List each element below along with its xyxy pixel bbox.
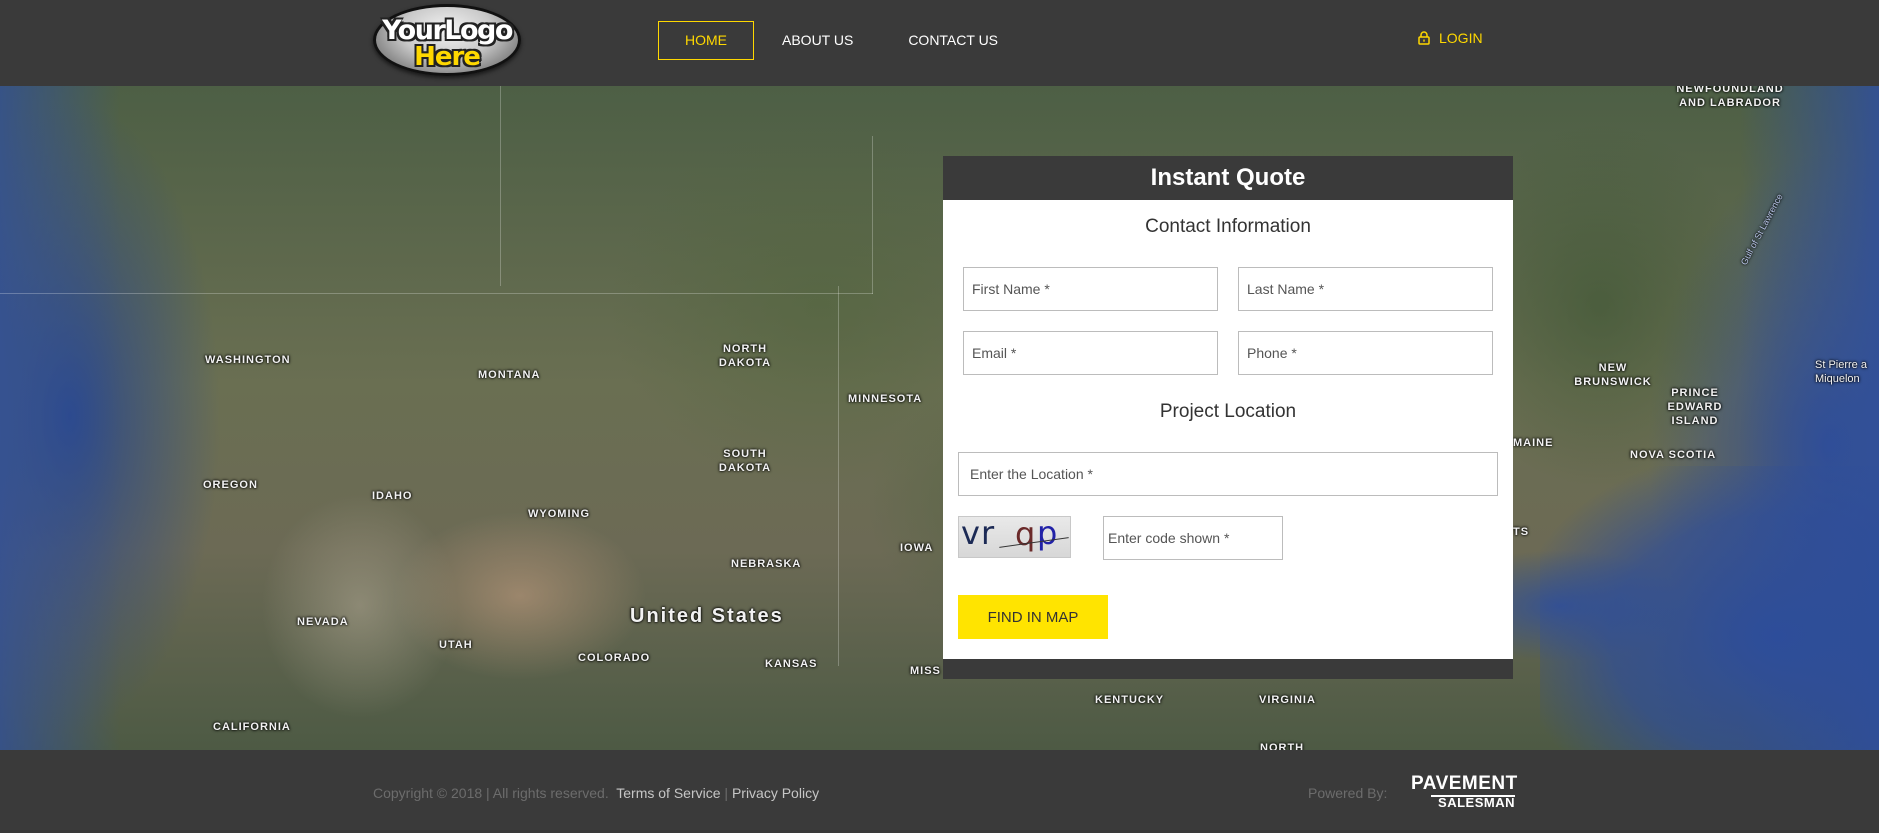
- nav-home-link[interactable]: HOME: [658, 21, 754, 60]
- map-label-nebraska: NEBRASKA: [731, 558, 802, 570]
- map-label-prince-edward-island: PRINCE EDWARD ISLAND: [1667, 387, 1723, 427]
- login-label: LOGIN: [1439, 30, 1483, 46]
- captcha-code-field[interactable]: [1103, 516, 1283, 560]
- captcha-char: v: [961, 514, 980, 552]
- site-footer: Copyright © 2018 | All rights reserved. …: [0, 750, 1879, 833]
- captcha-char: r: [981, 514, 995, 552]
- find-in-map-button[interactable]: FIND IN MAP: [958, 595, 1108, 639]
- pacific-ocean: [0, 86, 120, 750]
- map-label-north: NORTH: [1260, 742, 1305, 750]
- map-label-ts: TS: [1513, 526, 1530, 538]
- contact-info-heading: Contact Information: [1145, 216, 1311, 237]
- nav-about-us-link[interactable]: ABOUT US: [755, 21, 880, 60]
- login-link[interactable]: LOGIN: [1418, 30, 1483, 46]
- map-label-montana: MONTANA: [478, 369, 541, 381]
- map-label-iowa: IOWA: [900, 542, 934, 554]
- state-border: [872, 136, 873, 294]
- state-border: [838, 286, 839, 666]
- map-label-nova-scotia: NOVA SCOTIA: [1630, 449, 1717, 461]
- state-border: [0, 293, 873, 294]
- phone-field[interactable]: [1238, 331, 1493, 375]
- map-label-maine: MAINE: [1513, 437, 1554, 449]
- copyright-text: Copyright © 2018 | All rights reserved.: [373, 785, 609, 801]
- map-label-kansas: KANSAS: [765, 658, 818, 670]
- first-name-field[interactable]: [963, 267, 1218, 311]
- map-label-north-dakota: NORTH DAKOTA: [718, 343, 772, 369]
- terms-of-service-link[interactable]: Terms of Service: [616, 785, 720, 801]
- map-label-idaho: IDAHO: [372, 490, 413, 502]
- pavement-salesman-logo[interactable]: PAVEMENT SALESMAN: [1411, 773, 1518, 812]
- site-header: YourLogo Here HOME ABOUT US CONTACT US L…: [0, 0, 1879, 86]
- map-label-new-brunswick: NEW BRUNSWICK: [1574, 362, 1652, 388]
- brand-line1: PAVEMENT: [1411, 773, 1518, 794]
- map-label-colorado: COLORADO: [578, 652, 651, 664]
- powered-by-label: Powered By:: [1308, 785, 1388, 801]
- quote-footer-bar: [943, 659, 1513, 679]
- main-nav: HOME ABOUT US CONTACT US: [658, 21, 1025, 60]
- quote-title: Instant Quote: [943, 156, 1513, 200]
- logo-text-line2: Here: [414, 42, 481, 72]
- map-label-utah: UTAH: [439, 639, 473, 651]
- map-label-minnesota: MINNESOTA: [848, 393, 923, 405]
- captcha-char: p: [1037, 514, 1058, 552]
- map-label-washington: WASHINGTON: [205, 354, 291, 366]
- map-label-st-pierre: St Pierre a Miquelon: [1815, 359, 1867, 385]
- map-label-united-states: United States: [630, 605, 784, 627]
- map-label-california: CALIFORNIA: [213, 721, 291, 733]
- brand-line2: SALESMAN: [1438, 795, 1515, 810]
- nav-contact-us-link[interactable]: CONTACT US: [881, 21, 1025, 60]
- logo[interactable]: YourLogo Here: [373, 4, 521, 76]
- map-label-south-dakota: SOUTH DAKOTA: [718, 448, 772, 474]
- satellite-map[interactable]: NEWFOUNDLAND AND LABRADOR WASHINGTON MON…: [0, 86, 1879, 750]
- map-label-nevada: NEVADA: [297, 616, 349, 628]
- map-label-wyoming: WYOMING: [528, 508, 590, 520]
- project-location-heading: Project Location: [1159, 401, 1297, 422]
- location-field[interactable]: [958, 452, 1498, 496]
- footer-separator: |: [724, 785, 729, 801]
- instant-quote-form: Instant Quote Contact Information Projec…: [943, 156, 1513, 679]
- map-label-oregon: OREGON: [203, 479, 258, 491]
- footer-links: Copyright © 2018 | All rights reserved. …: [373, 785, 819, 801]
- lock-icon: [1418, 31, 1430, 45]
- last-name-field[interactable]: [1238, 267, 1493, 311]
- state-border: [500, 86, 501, 286]
- map-label-miss: MISS: [910, 665, 941, 677]
- map-label-virginia: VIRGINIA: [1259, 694, 1316, 706]
- captcha-image: v r q p: [958, 516, 1071, 558]
- map-label-kentucky: KENTUCKY: [1095, 694, 1165, 706]
- map-label-newfoundland: NEWFOUNDLAND AND LABRADOR: [1676, 86, 1784, 109]
- privacy-policy-link[interactable]: Privacy Policy: [732, 785, 819, 801]
- east-coast-water: [1540, 466, 1879, 750]
- email-field[interactable]: [963, 331, 1218, 375]
